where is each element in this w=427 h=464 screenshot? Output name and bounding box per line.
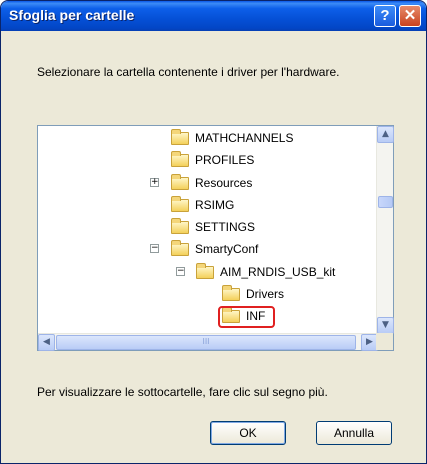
folder-tree[interactable]: MATHCHANNELS PROFILES + Resources RSIMG … — [37, 125, 394, 351]
horizontal-scroll-thumb[interactable]: III — [56, 335, 356, 350]
tree-item-label: MATHCHANNELS — [195, 131, 294, 145]
tree-item-label: Drivers — [246, 287, 284, 301]
tree-item-label: PROFILES — [195, 153, 255, 167]
folder-icon — [196, 263, 214, 279]
collapse-icon[interactable]: − — [150, 244, 159, 253]
tree-item-label: SmartyConf — [195, 242, 259, 256]
horizontal-scrollbar[interactable]: ◀ III ▶ — [38, 333, 378, 351]
tree-item-label: AIM_RNDIS_USB_kit — [220, 265, 336, 279]
collapse-icon[interactable]: − — [176, 267, 185, 276]
folder-icon — [171, 129, 189, 145]
folder-icon — [171, 151, 189, 167]
tree-item-label: Resources — [195, 176, 253, 190]
folder-icon — [222, 285, 240, 301]
vertical-scroll-thumb[interactable] — [378, 196, 393, 208]
expand-icon[interactable]: + — [150, 178, 159, 187]
ok-button[interactable]: OK — [210, 421, 286, 445]
scroll-left-button[interactable]: ◀ — [38, 334, 55, 351]
folder-icon — [171, 174, 189, 190]
help-button[interactable]: ? — [374, 5, 396, 27]
scrollbar-corner — [376, 333, 393, 350]
tree-item-label: SETTINGS — [195, 220, 256, 234]
folder-icon — [171, 196, 189, 212]
title-bar[interactable]: Sfoglia per cartelle ? ✕ — [1, 1, 426, 31]
tree-item-label: RSIMG — [195, 198, 235, 212]
scroll-down-button[interactable]: ▼ — [377, 317, 394, 334]
selection-highlight — [218, 306, 275, 328]
hint-text: Per visualizzare le sottocartelle, fare … — [37, 385, 328, 399]
browse-folder-dialog: Sfoglia per cartelle ? ✕ Selezionare la … — [0, 0, 427, 464]
cancel-button[interactable]: Annulla — [316, 421, 392, 445]
scroll-up-button[interactable]: ▲ — [377, 126, 394, 143]
folder-icon — [171, 218, 189, 234]
vertical-scrollbar[interactable]: ▲ ▼ — [376, 126, 394, 334]
folder-icon — [171, 240, 189, 256]
instruction-text: Selezionare la cartella contenente i dri… — [37, 65, 340, 79]
dialog-title: Sfoglia per cartelle — [9, 7, 135, 23]
close-button[interactable]: ✕ — [399, 5, 421, 27]
